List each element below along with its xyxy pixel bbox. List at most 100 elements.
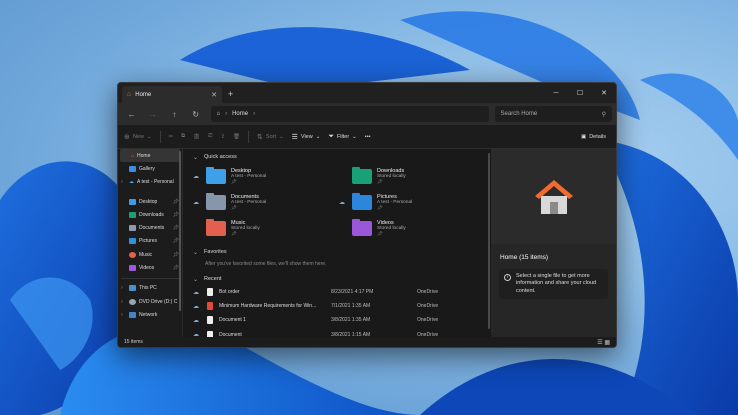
search-input[interactable]: Search Home ⚲ (494, 106, 613, 122)
sidebar-item-home[interactable]: ⌂ Home (120, 149, 180, 163)
pin-icon: 📌︎ (377, 231, 383, 236)
quick-access-pictures[interactable]: ☁ Pictures A test - Personal 📌︎ (339, 191, 485, 214)
address-bar[interactable]: ⌂ › Home › (211, 106, 489, 122)
share-icon[interactable]: ⇪ (220, 134, 225, 140)
chevron-down-icon: ⌄ (193, 154, 199, 161)
videos-folder-icon (352, 219, 372, 236)
quick-access-header[interactable]: ⌄ Quick access (193, 151, 485, 163)
pin-icon: 📌︎ (377, 179, 383, 184)
sidebar-item-dvd-drive[interactable]: › DVD Drive (D:) C (118, 295, 182, 308)
chevron-down-icon: ⌄ (279, 133, 284, 140)
downloads-icon (129, 211, 136, 218)
table-row[interactable]: ☁ Minimum Hardware Requirements for Win.… (193, 299, 485, 313)
details-view-icon[interactable]: ☰ ▦ (597, 339, 610, 346)
details-title: Home (15 items) (500, 254, 549, 261)
sidebar-item-videos[interactable]: Videos 📌︎ (118, 261, 182, 274)
details-pane: Home (15 items) i Select a single file t… (491, 149, 616, 337)
info-icon: i (504, 274, 511, 281)
sidebar-item-onedrive[interactable]: › ☁ A test - Personal (118, 176, 182, 189)
sidebar-item-documents[interactable]: Documents 📌︎ (118, 221, 182, 234)
file-name: Document 1 (219, 317, 246, 324)
back-icon[interactable]: ← (122, 110, 141, 119)
paste-icon[interactable]: 📋︎ (193, 134, 200, 140)
sidebar-item-label: Desktop (139, 198, 158, 205)
delete-icon[interactable]: 🗑︎ (233, 134, 240, 140)
filter-button[interactable]: ⏷ Filter ⌄ (328, 133, 356, 141)
explorer-body: ⌂ Home Gallery › ☁ A test - Personal Des… (118, 149, 616, 339)
desktop-folder-icon (206, 167, 226, 184)
sidebar-item-pictures[interactable]: Pictures 📌︎ (118, 235, 182, 248)
home-icon: ⌂ (131, 152, 135, 159)
chevron-right-icon[interactable]: › (253, 111, 255, 117)
more-options-icon[interactable]: ••• (365, 134, 371, 140)
divider (159, 130, 161, 143)
sidebar-item-label: Downloads (139, 211, 164, 218)
cloud-status-icon: ☁ (339, 200, 345, 206)
view-button[interactable]: ☰ View ⌄ (292, 133, 321, 141)
sidebar-item-desktop[interactable]: Desktop 📌︎ (118, 195, 182, 208)
gallery-icon (129, 165, 136, 172)
close-window-icon[interactable]: ✕ (592, 83, 616, 103)
quick-access-videos[interactable]: Videos Stored locally 📌︎ (339, 217, 485, 240)
chevron-right-icon[interactable]: › (121, 299, 126, 305)
new-button[interactable]: ⊕ New ⌄ (124, 133, 152, 141)
details-info-box: i Select a single file to get more infor… (499, 269, 608, 300)
downloads-folder-icon (352, 167, 372, 184)
home-large-icon (534, 179, 573, 214)
table-row[interactable]: ☁ Bot order 8/23/2021 4:17 PM OneDrive (193, 285, 485, 299)
details-label: Details (589, 134, 606, 140)
new-tab-button[interactable]: + (222, 85, 239, 103)
chevron-right-icon[interactable]: › (121, 285, 126, 291)
sidebar-item-label: Music (139, 251, 153, 258)
rename-icon[interactable]: ⎚ (208, 133, 212, 140)
filter-icon: ⏷ (328, 132, 334, 140)
chevron-right-icon[interactable]: › (121, 179, 126, 185)
file-explorer-window: ⌂ Home ✕ + ─ ☐ ✕ ← → ↑ ↻ ⌂ › Home › Sear… (117, 82, 617, 348)
chevron-right-icon[interactable]: › (121, 312, 126, 318)
copy-icon[interactable]: ⧉ (181, 133, 185, 140)
tab-title: Home (135, 91, 152, 98)
file-date: 7/1/2021 1:35 AM (331, 303, 371, 310)
sidebar-item-network[interactable]: › Network (118, 308, 182, 321)
quick-access-desktop[interactable]: ☁ Desktop A test - Personal 📌︎ (193, 165, 339, 188)
sidebar-item-gallery[interactable]: Gallery (118, 162, 182, 175)
cloud-status-icon: ☁ (193, 200, 199, 206)
sidebar-item-this-pc[interactable]: › This PC (118, 282, 182, 295)
tab-home[interactable]: ⌂ Home ✕ (122, 86, 222, 103)
quick-access-music[interactable]: Music Stored locally 📌︎ (193, 217, 339, 240)
maximize-icon[interactable]: ☐ (568, 83, 592, 103)
quick-access-documents[interactable]: ☁ Documents A test - Personal 📌︎ (193, 191, 339, 214)
sidebar-item-label: Network (139, 311, 158, 318)
pin-icon: 📌︎ (231, 179, 237, 184)
file-date: 8/23/2021 4:17 PM (331, 289, 374, 296)
chevron-down-icon: ⌄ (193, 249, 199, 256)
sidebar-scrollbar[interactable] (179, 151, 181, 311)
chevron-right-icon: › (225, 111, 228, 117)
pictures-icon (129, 238, 136, 245)
quick-access-downloads[interactable]: Downloads Stored locally 📌︎ (339, 165, 485, 188)
minimize-icon[interactable]: ─ (544, 83, 568, 103)
content-scrollbar[interactable] (488, 153, 490, 329)
up-icon[interactable]: ↑ (165, 110, 184, 119)
search-placeholder: Search Home (500, 111, 538, 117)
sidebar-item-downloads[interactable]: Downloads 📌︎ (118, 208, 182, 221)
cut-icon[interactable]: ✂ (169, 134, 174, 140)
plus-circle-icon: ⊕ (124, 133, 130, 141)
sort-button[interactable]: ⇅ Sort ⌄ (257, 133, 284, 141)
file-name: Bot order (219, 289, 240, 296)
forward-icon[interactable]: → (143, 110, 162, 119)
navigation-pane: ⌂ Home Gallery › ☁ A test - Personal Des… (118, 149, 183, 337)
table-row[interactable]: ☁ Document 1 3/8/2021 1:35 AM OneDrive (193, 313, 485, 327)
item-count: 15 items (124, 339, 143, 345)
close-tab-icon[interactable]: ✕ (211, 91, 217, 99)
cloud-status-icon: ☁ (193, 317, 199, 324)
favorites-header[interactable]: ⌄ Favorites (193, 246, 485, 258)
new-label: New (132, 133, 144, 140)
refresh-icon[interactable]: ↻ (186, 110, 205, 119)
sidebar-item-music[interactable]: Music 📌︎ (118, 248, 182, 261)
recent-header[interactable]: ⌄ Recent (193, 273, 485, 285)
preview-area (491, 149, 616, 244)
details-button[interactable]: ▣ Details (581, 125, 606, 149)
videos-icon (129, 265, 136, 272)
recent-list: ☁ Bot order 8/23/2021 4:17 PM OneDrive ☁… (193, 285, 485, 342)
